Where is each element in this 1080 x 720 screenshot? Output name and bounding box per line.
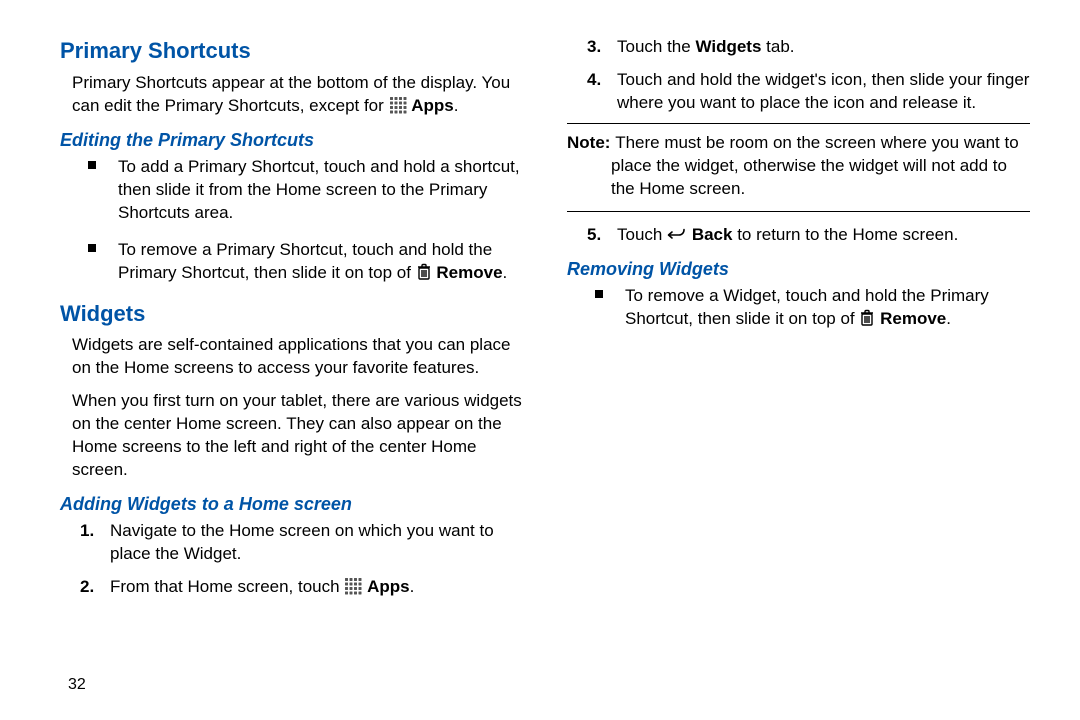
text: . (410, 577, 415, 596)
label-apps: Apps (411, 96, 454, 115)
text: To add a Primary Shortcut, touch and hol… (118, 157, 520, 222)
list-item: To add a Primary Shortcut, touch and hol… (88, 156, 523, 225)
text: There must be room on the screen where y… (611, 133, 1019, 198)
list-item: From that Home screen, touch Apps. (80, 576, 523, 599)
text: Navigate to the Home screen on which you… (110, 521, 494, 563)
list-item: Touch Back to return to the Home screen. (587, 224, 1030, 247)
list-item: Touch and hold the widget's icon, then s… (587, 69, 1030, 115)
text: Touch and hold the widget's icon, then s… (617, 70, 1029, 112)
paragraph-widgets-desc2: When you first turn on your tablet, ther… (72, 390, 523, 482)
manual-page: Primary Shortcuts Primary Shortcuts appe… (0, 0, 1080, 660)
paragraph-widgets-desc: Widgets are self-contained applications … (72, 334, 523, 380)
text: . (946, 309, 951, 328)
heading-editing-primary: Editing the Primary Shortcuts (60, 128, 523, 152)
note-block: Note: There must be room on the screen w… (567, 123, 1030, 212)
apps-grid-icon (389, 96, 407, 114)
trash-icon (416, 263, 432, 281)
heading-widgets: Widgets (60, 299, 523, 329)
text: to return to the Home screen. (732, 225, 958, 244)
page-number: 32 (68, 674, 86, 696)
label-remove: Remove (436, 263, 502, 282)
label-apps: Apps (367, 577, 410, 596)
list-item: Touch the Widgets tab. (587, 36, 1030, 59)
text: . (454, 96, 459, 115)
text: From that Home screen, touch (110, 577, 344, 596)
label-remove: Remove (880, 309, 946, 328)
note-text: Note: There must be room on the screen w… (567, 132, 1030, 201)
label-widgets-tab: Widgets (695, 37, 761, 56)
list-adding-steps-cont: Touch Back to return to the Home screen. (587, 224, 1030, 247)
list-item: To remove a Widget, touch and hold the P… (595, 285, 1030, 331)
text: Touch the (617, 37, 695, 56)
text: tab. (761, 37, 794, 56)
list-item: Navigate to the Home screen on which you… (80, 520, 523, 566)
list-editing: To add a Primary Shortcut, touch and hol… (88, 156, 523, 285)
apps-grid-icon (344, 577, 362, 595)
text: Touch (617, 225, 667, 244)
paragraph-primary-shortcuts-desc: Primary Shortcuts appear at the bottom o… (72, 72, 523, 118)
trash-icon (859, 309, 875, 327)
text: . (503, 263, 508, 282)
list-item: To remove a Primary Shortcut, touch and … (88, 239, 523, 285)
label-note: Note: (567, 133, 610, 152)
back-icon (667, 227, 687, 243)
heading-removing-widgets: Removing Widgets (567, 257, 1030, 281)
label-back: Back (692, 225, 733, 244)
heading-primary-shortcuts: Primary Shortcuts (60, 36, 523, 66)
heading-adding-widgets: Adding Widgets to a Home screen (60, 492, 523, 516)
list-removing: To remove a Widget, touch and hold the P… (595, 285, 1030, 331)
